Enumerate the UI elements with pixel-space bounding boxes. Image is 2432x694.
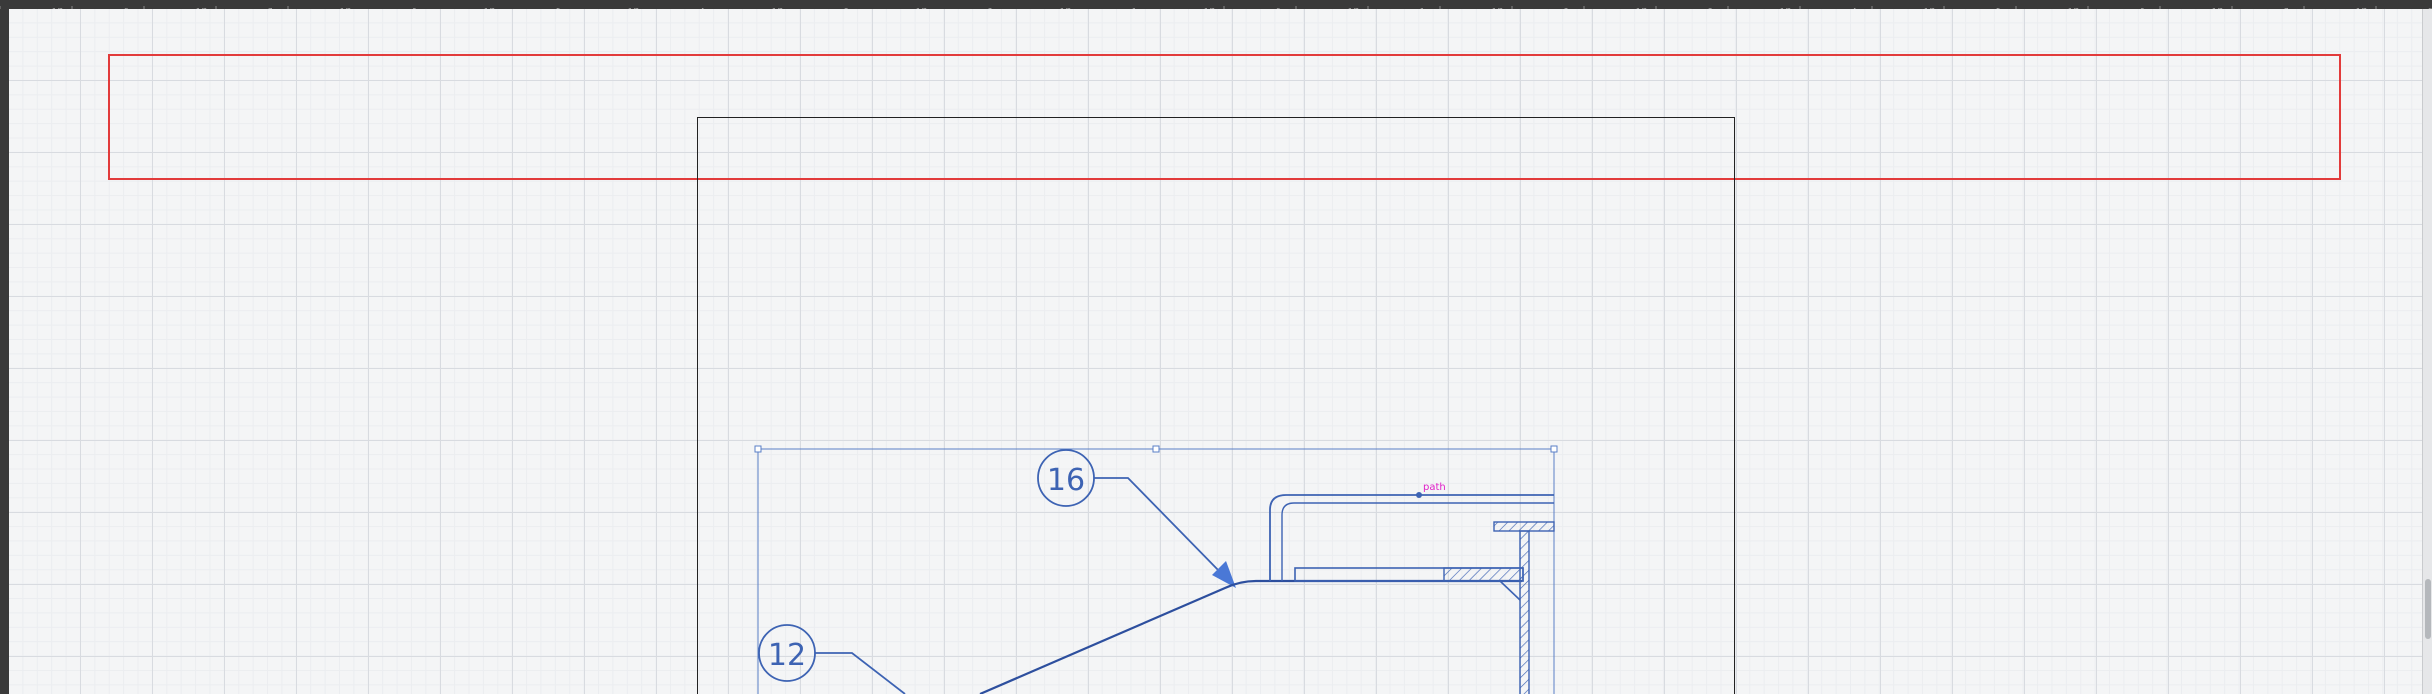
resize-handle-top-left[interactable]: [754, 445, 762, 453]
balloon-12[interactable]: 12: [758, 624, 816, 682]
post-brace: [1499, 580, 1521, 601]
technical-drawing: 16 12 path: [754, 445, 1558, 694]
balloon-16-leader: [1094, 477, 1223, 575]
balloon-12-label: 12: [768, 638, 806, 673]
plate-hatch: [1443, 567, 1524, 582]
drawing-app: 1/281/271/261/251/241/231/221/211/201/21…: [0, 0, 2432, 694]
balloon-16-label: 16: [1047, 463, 1085, 498]
balloon-16[interactable]: 16: [1037, 449, 1095, 507]
path-tooltip: path: [1423, 482, 1446, 493]
vertical-post[interactable]: [1519, 530, 1530, 694]
resize-handle-top-middle[interactable]: [1152, 445, 1160, 453]
scrollbar-thumb[interactable]: [2425, 579, 2431, 639]
path-node[interactable]: [1416, 492, 1422, 498]
post-cap[interactable]: [1493, 521, 1555, 532]
balloon-12-leader: [815, 652, 906, 694]
resize-handle-top-right[interactable]: [1550, 445, 1558, 453]
vertical-scrollbar[interactable]: [2422, 9, 2432, 694]
sloped-profile[interactable]: [979, 579, 1522, 694]
